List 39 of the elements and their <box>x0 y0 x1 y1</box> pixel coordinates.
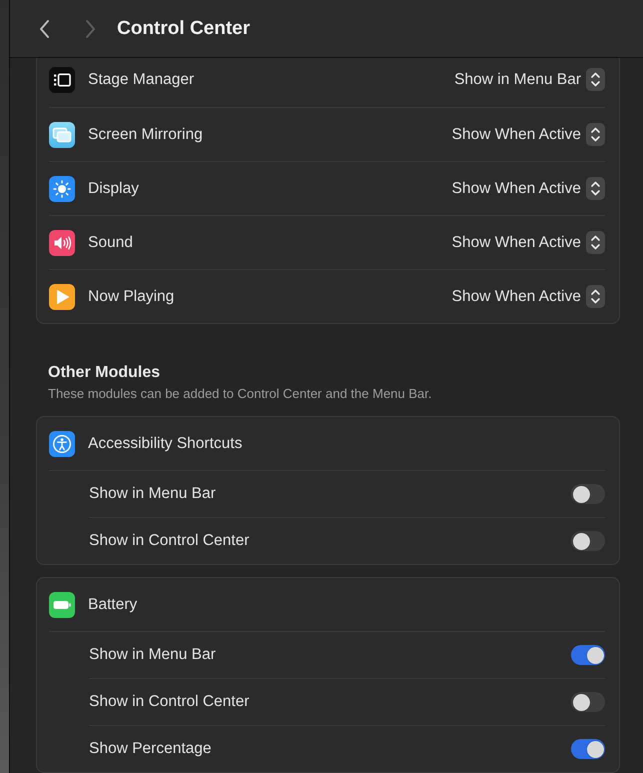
toggle-switch[interactable] <box>571 692 605 712</box>
popup-button[interactable]: Show When Active <box>452 231 605 254</box>
option-label: Show in Control Center <box>89 693 250 711</box>
module-label: Stage Manager <box>88 70 195 88</box>
window-list-icon <box>49 66 75 92</box>
module-label: Accessibility Shortcuts <box>88 434 244 452</box>
toggle-switch[interactable] <box>571 739 605 759</box>
module-label: Screen Mirroring <box>88 126 204 144</box>
accessibility-icon <box>49 430 75 456</box>
play-icon <box>49 284 75 310</box>
option-label: Show Percentage <box>89 740 212 758</box>
up-down-chevron-icon <box>586 177 605 200</box>
popup-button[interactable]: Show When Active <box>452 123 605 146</box>
popup-button[interactable]: Show in Menu Bar <box>454 68 605 91</box>
module-label: Sound <box>88 234 134 252</box>
toggle-switch[interactable] <box>571 531 605 551</box>
module-label: Display <box>88 180 140 198</box>
overlapping-screens-icon <box>49 122 75 148</box>
toggle-switch[interactable] <box>571 645 605 665</box>
module-label: Now Playing <box>88 288 176 306</box>
window-title: Control Center <box>117 18 250 40</box>
up-down-chevron-icon <box>586 123 605 146</box>
option-label: Show in Menu Bar <box>89 485 217 503</box>
sun-icon <box>49 176 75 202</box>
section-title: Other Modules <box>48 364 162 382</box>
option-label: Show in Menu Bar <box>89 646 217 664</box>
module-label: Battery <box>88 596 138 614</box>
option-label: Show in Control Center <box>89 532 250 550</box>
battery-icon <box>49 592 75 618</box>
section-subtitle: These modules can be added to Control Center and the Menu Bar. <box>48 386 433 402</box>
chevron-left-icon <box>39 18 51 38</box>
speaker-icon <box>49 230 75 256</box>
up-down-chevron-icon <box>586 68 605 91</box>
popup-button[interactable]: Show When Active <box>452 177 605 200</box>
up-down-chevron-icon <box>586 231 605 254</box>
toggle-switch[interactable] <box>571 484 605 504</box>
popup-button[interactable]: Show When Active <box>452 285 605 308</box>
chevron-right-icon <box>84 18 96 38</box>
up-down-chevron-icon <box>586 285 605 308</box>
